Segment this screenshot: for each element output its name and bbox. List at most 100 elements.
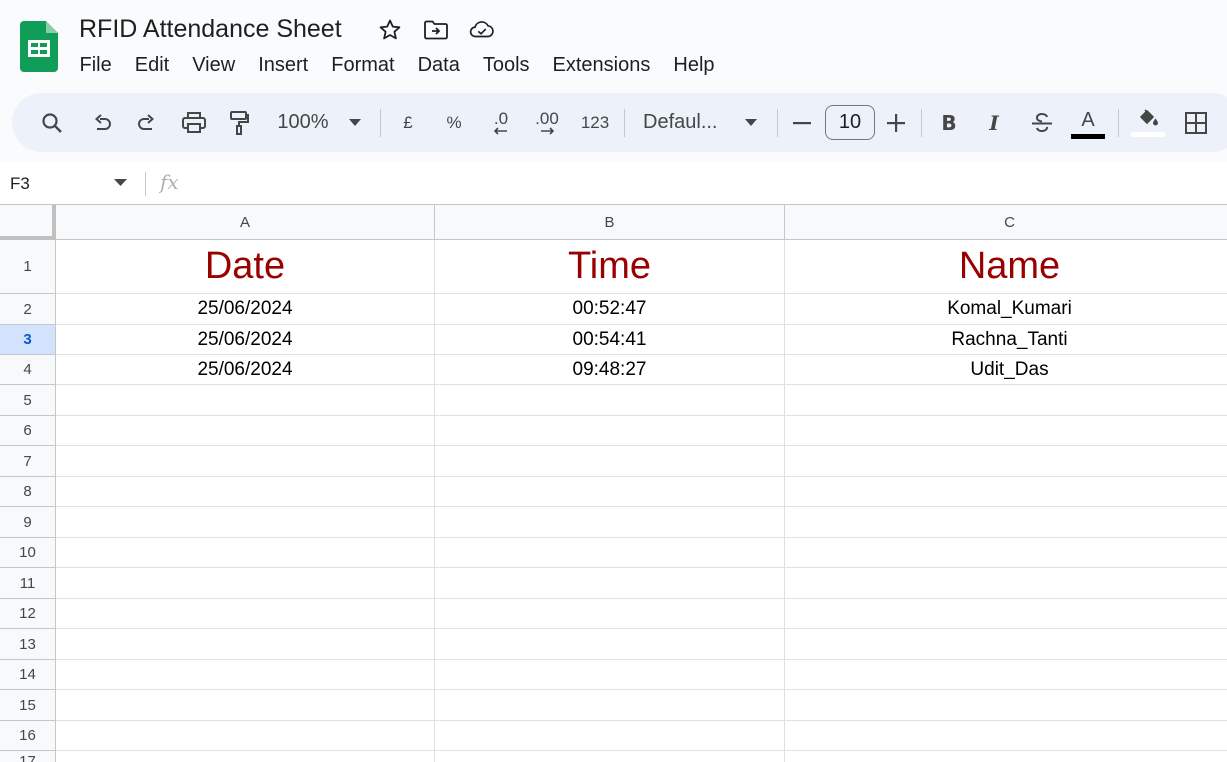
empty-cell[interactable] [785, 599, 1227, 629]
menu-tools[interactable]: Tools [471, 50, 541, 80]
column-header-c[interactable]: C [785, 205, 1227, 240]
increase-decimal-button[interactable]: .00 [531, 93, 563, 152]
font-size-input[interactable]: 10 [825, 105, 875, 140]
menu-help[interactable]: Help [662, 50, 726, 80]
empty-cell[interactable] [56, 416, 435, 446]
row-header[interactable]: 14 [0, 660, 56, 690]
menu-extensions[interactable]: Extensions [541, 50, 662, 80]
cell-a2[interactable]: 25/06/2024 [56, 294, 435, 325]
increase-font-size-icon[interactable] [884, 93, 908, 152]
empty-cell[interactable] [56, 629, 435, 660]
row-header[interactable]: 10 [0, 538, 56, 568]
empty-cell[interactable] [435, 629, 785, 660]
empty-cell[interactable] [56, 568, 435, 599]
row-header[interactable]: 2 [0, 294, 56, 325]
column-header-a[interactable]: A [56, 205, 435, 240]
empty-cell[interactable] [435, 660, 785, 690]
cell-a3[interactable]: 25/06/2024 [56, 325, 435, 355]
fill-color-button[interactable] [1130, 93, 1166, 152]
cell-b3[interactable]: 00:54:41 [435, 325, 785, 355]
bold-button[interactable]: B [937, 93, 961, 152]
empty-cell[interactable] [785, 446, 1227, 477]
format-percent-button[interactable]: % [442, 93, 466, 152]
text-color-button[interactable]: A [1070, 93, 1106, 152]
row-header[interactable]: 7 [0, 446, 56, 477]
zoom-chevron-down-icon[interactable] [345, 93, 365, 152]
empty-cell[interactable] [56, 446, 435, 477]
cell-a4[interactable]: 25/06/2024 [56, 355, 435, 385]
empty-cell[interactable] [785, 385, 1227, 416]
more-formats-button[interactable]: 123 [578, 93, 612, 152]
cell-c1[interactable]: Name [785, 240, 1227, 294]
empty-cell[interactable] [435, 751, 785, 762]
print-icon[interactable] [179, 93, 209, 152]
row-header[interactable]: 12 [0, 599, 56, 629]
document-title[interactable]: RFID Attendance Sheet [79, 13, 342, 45]
row-header[interactable]: 17 [0, 751, 56, 762]
row-header[interactable]: 8 [0, 477, 56, 507]
empty-cell[interactable] [435, 568, 785, 599]
row-header[interactable]: 15 [0, 690, 56, 721]
row-header[interactable]: 16 [0, 721, 56, 751]
name-box-chevron-down-icon[interactable] [114, 179, 127, 187]
empty-cell[interactable] [56, 385, 435, 416]
column-header-b[interactable]: B [435, 205, 785, 240]
menu-view[interactable]: View [181, 50, 247, 80]
format-currency-button[interactable]: £ [396, 93, 420, 152]
empty-cell[interactable] [56, 599, 435, 629]
formula-input[interactable] [200, 162, 1220, 205]
empty-cell[interactable] [785, 477, 1227, 507]
undo-icon[interactable] [88, 93, 116, 152]
row-header[interactable]: 6 [0, 416, 56, 446]
empty-cell[interactable] [435, 385, 785, 416]
empty-cell[interactable] [785, 416, 1227, 446]
empty-cell[interactable] [435, 538, 785, 568]
name-box[interactable]: F3 [10, 162, 30, 205]
menu-format[interactable]: Format [320, 50, 406, 80]
empty-cell[interactable] [785, 507, 1227, 538]
cell-c3[interactable]: Rachna_Tanti [785, 325, 1227, 355]
row-header[interactable]: 5 [0, 385, 56, 416]
empty-cell[interactable] [56, 538, 435, 568]
row-header[interactable]: 4 [0, 355, 56, 385]
select-all-corner[interactable] [0, 205, 56, 240]
empty-cell[interactable] [435, 690, 785, 721]
zoom-select[interactable]: 100% [274, 93, 332, 152]
cell-b4[interactable]: 09:48:27 [435, 355, 785, 385]
font-select[interactable]: Defaul... [643, 93, 731, 152]
star-icon[interactable] [377, 17, 403, 43]
strikethrough-icon[interactable] [1028, 93, 1056, 152]
cell-b1[interactable]: Time [435, 240, 785, 294]
empty-cell[interactable] [56, 751, 435, 762]
row-header[interactable]: 1 [0, 240, 56, 294]
decrease-decimal-button[interactable]: .0 [486, 93, 516, 152]
move-folder-icon[interactable] [423, 17, 449, 43]
empty-cell[interactable] [56, 721, 435, 751]
empty-cell[interactable] [785, 629, 1227, 660]
sheets-logo-icon[interactable] [20, 21, 58, 72]
empty-cell[interactable] [435, 477, 785, 507]
redo-icon[interactable] [133, 93, 161, 152]
empty-cell[interactable] [785, 568, 1227, 599]
row-header[interactable]: 13 [0, 629, 56, 660]
empty-cell[interactable] [56, 477, 435, 507]
italic-button[interactable]: I [982, 93, 1006, 152]
menu-edit[interactable]: Edit [123, 50, 180, 80]
cell-c2[interactable]: Komal_Kumari [785, 294, 1227, 325]
empty-cell[interactable] [435, 416, 785, 446]
empty-cell[interactable] [785, 660, 1227, 690]
empty-cell[interactable] [56, 660, 435, 690]
decrease-font-size-icon[interactable] [790, 93, 814, 152]
empty-cell[interactable] [785, 690, 1227, 721]
menu-data[interactable]: Data [406, 50, 471, 80]
empty-cell[interactable] [56, 690, 435, 721]
empty-cell[interactable] [785, 751, 1227, 762]
cell-b2[interactable]: 00:52:47 [435, 294, 785, 325]
empty-cell[interactable] [785, 538, 1227, 568]
font-chevron-down-icon[interactable] [741, 93, 761, 152]
cloud-saved-icon[interactable] [469, 17, 495, 43]
empty-cell[interactable] [785, 721, 1227, 751]
borders-icon[interactable] [1182, 93, 1210, 152]
empty-cell[interactable] [56, 507, 435, 538]
row-header-active[interactable]: 3 [0, 325, 56, 355]
